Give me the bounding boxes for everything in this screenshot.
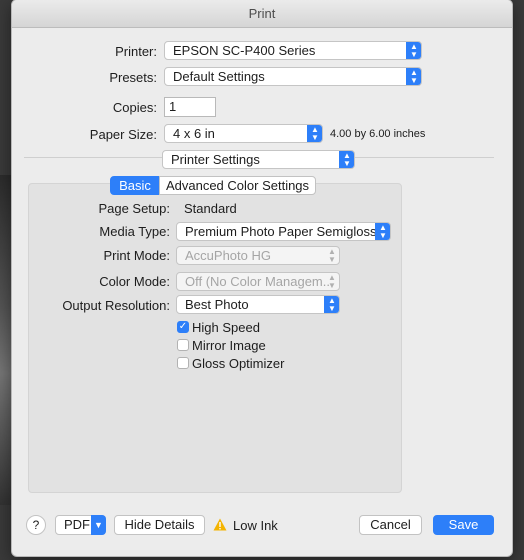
mirror-image-label: Mirror Image [192,338,266,353]
color-mode-label: Color Mode: [99,274,170,289]
pdf-menu-button[interactable]: PDF ▼ [55,515,106,535]
popup-arrows-icon: ▲ ▼ [406,68,421,85]
paper-size-dimensions: 4.00 by 6.00 inches [330,128,426,140]
window-title: Print [12,0,512,28]
color-mode-value: Off (No Color Managem... [185,274,334,289]
print-mode-label: Print Mode: [103,248,170,263]
color-mode-popup: Off (No Color Managem... ▲ ▼ [176,272,340,291]
tab-advanced-color-settings[interactable]: Advanced Color Settings [159,176,316,195]
output-resolution-popup[interactable]: Best Photo ▲ ▼ [176,295,340,314]
media-type-label: Media Type: [99,224,170,239]
media-type-value: Premium Photo Paper Semigloss [185,224,377,239]
presets-label: Presets: [109,70,157,85]
page-setup-value: Standard [184,201,237,216]
paper-size-popup[interactable]: 4 x 6 in ▲ ▼ [164,124,323,143]
popup-arrows-icon: ▲ ▼ [375,223,390,240]
output-resolution-label: Output Resolution: [62,298,170,313]
copies-field[interactable]: 1 [164,97,216,117]
paper-size-label: Paper Size: [89,127,157,142]
pdf-label: PDF [64,517,90,532]
help-button[interactable]: ? [26,515,46,535]
popup-arrows-icon: ▲ ▼ [328,272,336,290]
output-resolution-value: Best Photo [185,297,249,312]
popup-arrows-icon: ▲ ▼ [307,125,322,142]
media-type-popup[interactable]: Premium Photo Paper Semigloss ▲ ▼ [176,222,391,241]
copies-label: Copies: [112,100,157,115]
page-setup-label: Page Setup: [98,201,170,216]
high-speed-label: High Speed [192,320,260,335]
presets-popup[interactable]: Default Settings ▲ ▼ [164,67,422,86]
popup-arrows-icon: ▲ ▼ [324,296,339,313]
popup-arrows-icon: ▲ ▼ [406,42,421,59]
cancel-button[interactable]: Cancel [359,515,422,535]
tab-basic[interactable]: Basic [110,176,160,195]
hide-details-button[interactable]: Hide Details [114,515,205,535]
printer-label: Printer: [115,44,157,59]
warning-icon [213,518,227,531]
printer-value: EPSON SC-P400 Series [173,43,316,58]
section-popup[interactable]: Printer Settings ▲ ▼ [162,150,355,169]
paper-size-value: 4 x 6 in [173,126,215,141]
gloss-optimizer-label: Gloss Optimizer [192,356,285,371]
save-button[interactable]: Save [433,515,494,535]
popup-arrows-icon: ▲ ▼ [328,246,336,264]
mirror-image-checkbox[interactable] [177,339,189,351]
printer-popup[interactable]: EPSON SC-P400 Series ▲ ▼ [164,41,422,60]
high-speed-checkbox[interactable]: ✓ [177,321,189,333]
chevron-down-icon: ▼ [91,515,106,535]
popup-arrows-icon: ▲ ▼ [339,151,354,168]
print-mode-value: AccuPhoto HG [185,248,271,263]
print-mode-popup: AccuPhoto HG ▲ ▼ [176,246,340,265]
background-photo-strip [0,175,12,505]
section-value: Printer Settings [171,152,260,167]
gloss-optimizer-checkbox[interactable] [177,357,189,369]
low-ink-status: Low Ink [233,518,278,533]
print-dialog: Print Printer: EPSON SC-P400 Series ▲ ▼ P… [12,0,512,556]
presets-value: Default Settings [173,69,265,84]
